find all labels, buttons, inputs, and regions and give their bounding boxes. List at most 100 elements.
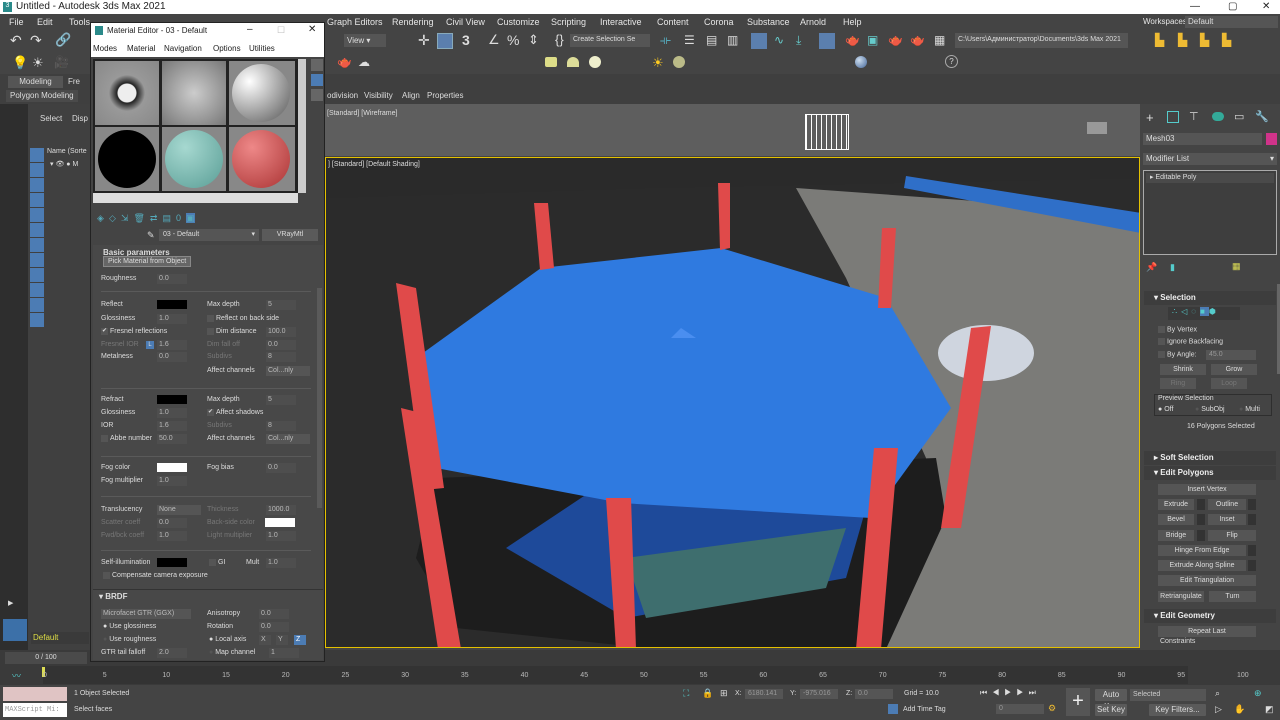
absolute-mode-icon[interactable]: ⊞ xyxy=(720,688,728,699)
menu-edit[interactable]: Edit xyxy=(37,17,53,27)
material-type-button[interactable]: VRayMtl xyxy=(262,229,318,241)
bridge-settings-button[interactable] xyxy=(1197,530,1205,541)
vertex-icon[interactable]: ∴ xyxy=(1172,307,1181,316)
workspaces-dropdown[interactable]: Default xyxy=(1185,16,1278,28)
scene-explorer-icon[interactable]: ▤ xyxy=(706,33,717,47)
spinner-snap-icon[interactable]: ⇕ xyxy=(528,32,539,48)
cloud-icon[interactable]: ☁ xyxy=(358,55,370,69)
roughness-spinner[interactable]: 0.0 xyxy=(157,274,187,284)
inset-settings-button[interactable] xyxy=(1248,514,1256,525)
perspective-viewport[interactable]: ] [Standard] [Default Shading] xyxy=(325,157,1140,648)
filter-helpers-icon[interactable] xyxy=(30,208,44,222)
rollout-edit-polygons[interactable]: ▾ Edit Polygons xyxy=(1144,466,1276,480)
menu-civil-view[interactable]: Civil View xyxy=(446,17,485,27)
configure-sets-icon[interactable]: ▦ xyxy=(1232,261,1241,272)
maximize-button[interactable]: ▢ xyxy=(1228,1,1237,12)
refract-glossiness-spinner[interactable]: 1.0 xyxy=(157,408,187,418)
reflect-max-depth-spinner[interactable]: 5 xyxy=(266,300,296,310)
menu-navigation[interactable]: Navigation xyxy=(164,44,202,53)
filter-hidden-icon[interactable] xyxy=(30,313,44,327)
camera-icon[interactable]: 🎥 xyxy=(54,55,69,69)
isolate-selection-icon[interactable]: ⛶ xyxy=(683,688,689,699)
fwd-bck-coeff-spinner[interactable]: 1.0 xyxy=(157,531,187,541)
loop-button[interactable]: Loop xyxy=(1211,378,1247,389)
preview-off-radio[interactable]: ● Off xyxy=(1158,406,1173,413)
auto-key-button[interactable]: Auto Key xyxy=(1095,689,1127,701)
material-editor-maximize[interactable]: ☐ xyxy=(277,25,285,36)
z-coordinate-field[interactable]: 0.0 xyxy=(855,689,893,699)
material-editor-titlebar[interactable]: Material Editor - 03 - Default – ☐ ✕ xyxy=(91,23,324,39)
thickness-spinner[interactable]: 1000.0 xyxy=(266,505,296,515)
project-path-dropdown[interactable]: C:\Users\Администратор\Documents\3ds Max… xyxy=(955,33,1128,48)
ribbon-tab-modeling[interactable]: Modeling xyxy=(8,76,63,88)
gi-checkbox[interactable]: GI xyxy=(209,557,225,569)
gtr-tail-spinner[interactable]: 2.0 xyxy=(157,648,187,658)
background-icon[interactable] xyxy=(311,89,323,101)
translucency-dropdown[interactable]: None xyxy=(157,505,201,515)
make-unique-icon[interactable]: ⇄ xyxy=(150,213,158,223)
layer-explorer-icon[interactable]: ▥ xyxy=(727,33,738,47)
show-end-result-icon[interactable]: ▮ xyxy=(1170,262,1175,273)
object-name-field[interactable]: Mesh03 xyxy=(1143,133,1262,145)
local-axis-radio[interactable]: ● Local axis xyxy=(209,634,246,646)
play-icon[interactable]: ▶ xyxy=(1004,688,1016,697)
bridge-button[interactable]: Bridge xyxy=(1158,530,1194,541)
time-config-icon[interactable]: ⚙ xyxy=(1048,703,1056,714)
use-glossiness-radio[interactable]: ● Use glossiness xyxy=(103,621,156,633)
eyedropper-icon[interactable]: ✎ xyxy=(147,230,155,241)
flip-button[interactable]: Flip xyxy=(1208,530,1256,541)
refract-color-swatch[interactable] xyxy=(157,395,187,404)
project-create-icon[interactable]: ▙ xyxy=(1200,33,1209,47)
filter-xrefs-icon[interactable] xyxy=(30,253,44,267)
schematic-view-icon[interactable]: ⤓ xyxy=(796,33,801,48)
element-icon[interactable]: ⬢ xyxy=(1209,307,1220,316)
rollout-edit-geometry[interactable]: ▾ Edit Geometry xyxy=(1144,609,1276,623)
top-viewport-label[interactable]: [Standard] [Wireframe] xyxy=(327,110,397,117)
by-vertex-checkbox[interactable]: By Vertex xyxy=(1158,326,1197,333)
menu-graph-editors[interactable]: Graph Editors xyxy=(327,17,383,27)
filter-frozen-icon[interactable] xyxy=(30,298,44,312)
next-frame-icon[interactable]: ▶ xyxy=(1016,688,1028,697)
filter-spacewarps-icon[interactable] xyxy=(30,223,44,237)
menu-modes[interactable]: Modes xyxy=(93,44,117,53)
zoom-icon[interactable]: ⌕ xyxy=(1215,688,1220,699)
mirror-icon[interactable]: ⟛ xyxy=(660,33,671,48)
insert-vertex-button[interactable]: Insert Vertex xyxy=(1158,484,1256,495)
scene-row[interactable]: ▾ 👁 ● M xyxy=(50,160,78,168)
modifier-list-dropdown[interactable]: Modifier List▾ xyxy=(1143,153,1277,165)
dome-light-icon[interactable] xyxy=(673,56,685,68)
show-in-viewport-icon[interactable]: ▣ xyxy=(186,213,195,223)
sample-scrollbar[interactable] xyxy=(298,59,306,193)
compensate-exposure-checkbox[interactable]: Compensate camera exposure xyxy=(103,570,208,582)
dome-icon[interactable] xyxy=(567,57,579,67)
backside-color-swatch[interactable] xyxy=(265,518,295,527)
viewport-layout-icon[interactable] xyxy=(3,619,27,641)
sample-slot-3[interactable] xyxy=(229,61,295,125)
maxscript-listener-input[interactable]: MAXScript Mi: xyxy=(3,703,67,717)
angle-snap-icon[interactable]: ∠ xyxy=(488,32,500,48)
material-sphere-icon[interactable] xyxy=(855,56,867,68)
dim-distance-spinner[interactable]: 100.0 xyxy=(266,327,296,337)
select-object-icon[interactable] xyxy=(437,33,453,49)
scatter-coeff-spinner[interactable]: 0.0 xyxy=(157,518,187,528)
key-filters-button[interactable]: Key Filters... xyxy=(1149,704,1206,716)
delete-icon[interactable]: 🗑 xyxy=(133,213,144,223)
reflect-subdivs-spinner[interactable]: 8 xyxy=(266,352,296,362)
plane-icon[interactable] xyxy=(545,57,557,67)
ribbon-panel-polygon-modeling[interactable]: Polygon Modeling xyxy=(6,90,78,102)
percent-snap-icon[interactable]: % xyxy=(507,32,519,48)
project-open-icon[interactable]: ▙ xyxy=(1178,33,1187,47)
brdf-type-dropdown[interactable]: Microfacet GTR (GGX) xyxy=(101,609,191,619)
hinge-from-edge-button[interactable]: Hinge From Edge xyxy=(1158,545,1246,556)
render-iterative-icon[interactable]: 🫖 xyxy=(910,33,925,47)
affect-shadows-checkbox[interactable]: ✔Affect shadows xyxy=(207,407,263,419)
mult-spinner[interactable]: 1.0 xyxy=(266,558,296,568)
anisotropy-spinner[interactable]: 0.0 xyxy=(259,609,289,619)
sample-slot-1[interactable] xyxy=(95,61,159,125)
sample-slot-2[interactable] xyxy=(162,61,226,125)
add-time-tag-button[interactable]: Add Time Tag xyxy=(903,706,946,713)
set-key-big-button[interactable]: + xyxy=(1066,688,1090,716)
display-tab-icon[interactable]: ▭ xyxy=(1234,110,1244,123)
ior-spinner[interactable]: 1.6 xyxy=(157,421,187,431)
inset-button[interactable]: Inset xyxy=(1208,514,1246,525)
